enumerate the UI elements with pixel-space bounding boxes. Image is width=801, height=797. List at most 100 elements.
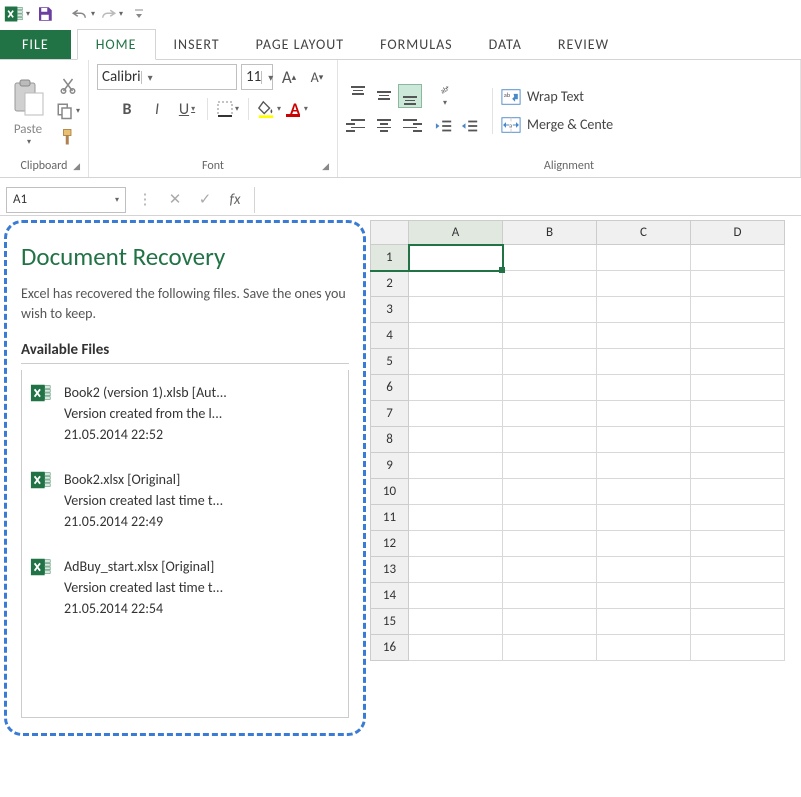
row-header-6[interactable]: 6: [371, 375, 409, 401]
cell-A6[interactable]: [409, 375, 503, 401]
recovered-file-item[interactable]: Book2 (version 1).xlsb [Aut... Version c…: [30, 382, 340, 445]
merge-center-button[interactable]: a Merge & Cente: [501, 116, 613, 134]
copy-button[interactable]: ▾: [56, 100, 80, 122]
cancel-formula-button[interactable]: ✕: [164, 189, 186, 211]
fill-handle[interactable]: [499, 267, 505, 273]
row-header-4[interactable]: 4: [371, 323, 409, 349]
border-button[interactable]: ▾: [216, 96, 240, 122]
cell-C2[interactable]: [597, 271, 691, 297]
row-header-9[interactable]: 9: [371, 453, 409, 479]
cell-D6[interactable]: [691, 375, 785, 401]
qat-customize-button[interactable]: [126, 2, 152, 26]
redo-button[interactable]: ▾: [98, 2, 124, 26]
cell-D2[interactable]: [691, 271, 785, 297]
cell-A5[interactable]: [409, 349, 503, 375]
cut-button[interactable]: [56, 74, 80, 96]
clipboard-launcher-icon[interactable]: ◢: [73, 161, 80, 172]
tab-home[interactable]: HOME: [77, 29, 156, 60]
align-top-button[interactable]: [346, 84, 370, 108]
column-header-D[interactable]: D: [691, 221, 785, 245]
name-box[interactable]: A1 ▾: [6, 187, 126, 213]
font-color-button[interactable]: A ▾: [287, 96, 311, 122]
cell-D8[interactable]: [691, 427, 785, 453]
cell-A2[interactable]: [409, 271, 503, 297]
row-header-3[interactable]: 3: [371, 297, 409, 323]
cell-D4[interactable]: [691, 323, 785, 349]
cell-A14[interactable]: [409, 583, 503, 609]
spreadsheet-grid[interactable]: ABCD12345678910111213141516: [370, 220, 801, 740]
column-header-B[interactable]: B: [503, 221, 597, 245]
cell-A3[interactable]: [409, 297, 503, 323]
bold-button[interactable]: B: [115, 96, 139, 122]
cell-D3[interactable]: [691, 297, 785, 323]
cell-A12[interactable]: [409, 531, 503, 557]
cell-D11[interactable]: [691, 505, 785, 531]
cell-B12[interactable]: [503, 531, 597, 557]
tab-page-layout[interactable]: PAGE LAYOUT: [238, 30, 362, 59]
cell-D15[interactable]: [691, 609, 785, 635]
cell-C12[interactable]: [597, 531, 691, 557]
tab-formulas[interactable]: FORMULAS: [362, 30, 471, 59]
align-center-button[interactable]: [372, 114, 396, 138]
cell-B9[interactable]: [503, 453, 597, 479]
insert-function-button[interactable]: fx: [224, 189, 246, 211]
cell-C5[interactable]: [597, 349, 691, 375]
cell-D10[interactable]: [691, 479, 785, 505]
cell-D9[interactable]: [691, 453, 785, 479]
row-header-7[interactable]: 7: [371, 401, 409, 427]
cell-A7[interactable]: [409, 401, 503, 427]
row-header-5[interactable]: 5: [371, 349, 409, 375]
row-header-1[interactable]: 1: [371, 245, 409, 271]
cell-B2[interactable]: [503, 271, 597, 297]
row-header-10[interactable]: 10: [371, 479, 409, 505]
cell-B3[interactable]: [503, 297, 597, 323]
cell-B7[interactable]: [503, 401, 597, 427]
increase-indent-button[interactable]: [458, 114, 482, 138]
format-painter-button[interactable]: [56, 126, 80, 148]
cell-B15[interactable]: [503, 609, 597, 635]
align-right-button[interactable]: [398, 114, 422, 138]
enter-formula-button[interactable]: ✓: [194, 189, 216, 211]
decrease-font-button[interactable]: A▾: [305, 65, 329, 89]
cell-B5[interactable]: [503, 349, 597, 375]
paste-button[interactable]: [8, 74, 48, 122]
excel-app-icon[interactable]: ▾: [4, 2, 30, 26]
cell-B11[interactable]: [503, 505, 597, 531]
cell-B4[interactable]: [503, 323, 597, 349]
cell-D1[interactable]: [691, 245, 785, 271]
column-header-A[interactable]: A: [409, 221, 503, 245]
cell-C4[interactable]: [597, 323, 691, 349]
cell-C8[interactable]: [597, 427, 691, 453]
cell-D13[interactable]: [691, 557, 785, 583]
italic-button[interactable]: I: [145, 96, 169, 122]
cell-B13[interactable]: [503, 557, 597, 583]
cell-C13[interactable]: [597, 557, 691, 583]
decrease-indent-button[interactable]: [432, 114, 456, 138]
row-header-2[interactable]: 2: [371, 271, 409, 297]
cell-B16[interactable]: [503, 635, 597, 661]
cell-D5[interactable]: [691, 349, 785, 375]
select-all-cell[interactable]: [371, 221, 409, 245]
cell-C14[interactable]: [597, 583, 691, 609]
tab-file[interactable]: FILE: [0, 30, 71, 59]
orientation-button[interactable]: ab ▾: [432, 84, 456, 108]
save-button[interactable]: [32, 2, 58, 26]
fill-color-button[interactable]: ▾: [257, 96, 281, 122]
cell-A1[interactable]: [409, 245, 503, 271]
cell-A4[interactable]: [409, 323, 503, 349]
font-size-combo[interactable]: 11 ▾: [241, 64, 273, 90]
cell-A13[interactable]: [409, 557, 503, 583]
paste-dd-icon[interactable]: ▾: [27, 137, 31, 147]
tab-data[interactable]: DATA: [471, 30, 540, 59]
font-launcher-icon[interactable]: ◢: [322, 161, 329, 172]
cell-A15[interactable]: [409, 609, 503, 635]
cell-C10[interactable]: [597, 479, 691, 505]
tab-review[interactable]: REVIEW: [540, 30, 627, 59]
row-header-14[interactable]: 14: [371, 583, 409, 609]
underline-button[interactable]: U▾: [175, 96, 199, 122]
cell-C3[interactable]: [597, 297, 691, 323]
row-header-11[interactable]: 11: [371, 505, 409, 531]
row-header-12[interactable]: 12: [371, 531, 409, 557]
row-header-15[interactable]: 15: [371, 609, 409, 635]
cell-C15[interactable]: [597, 609, 691, 635]
